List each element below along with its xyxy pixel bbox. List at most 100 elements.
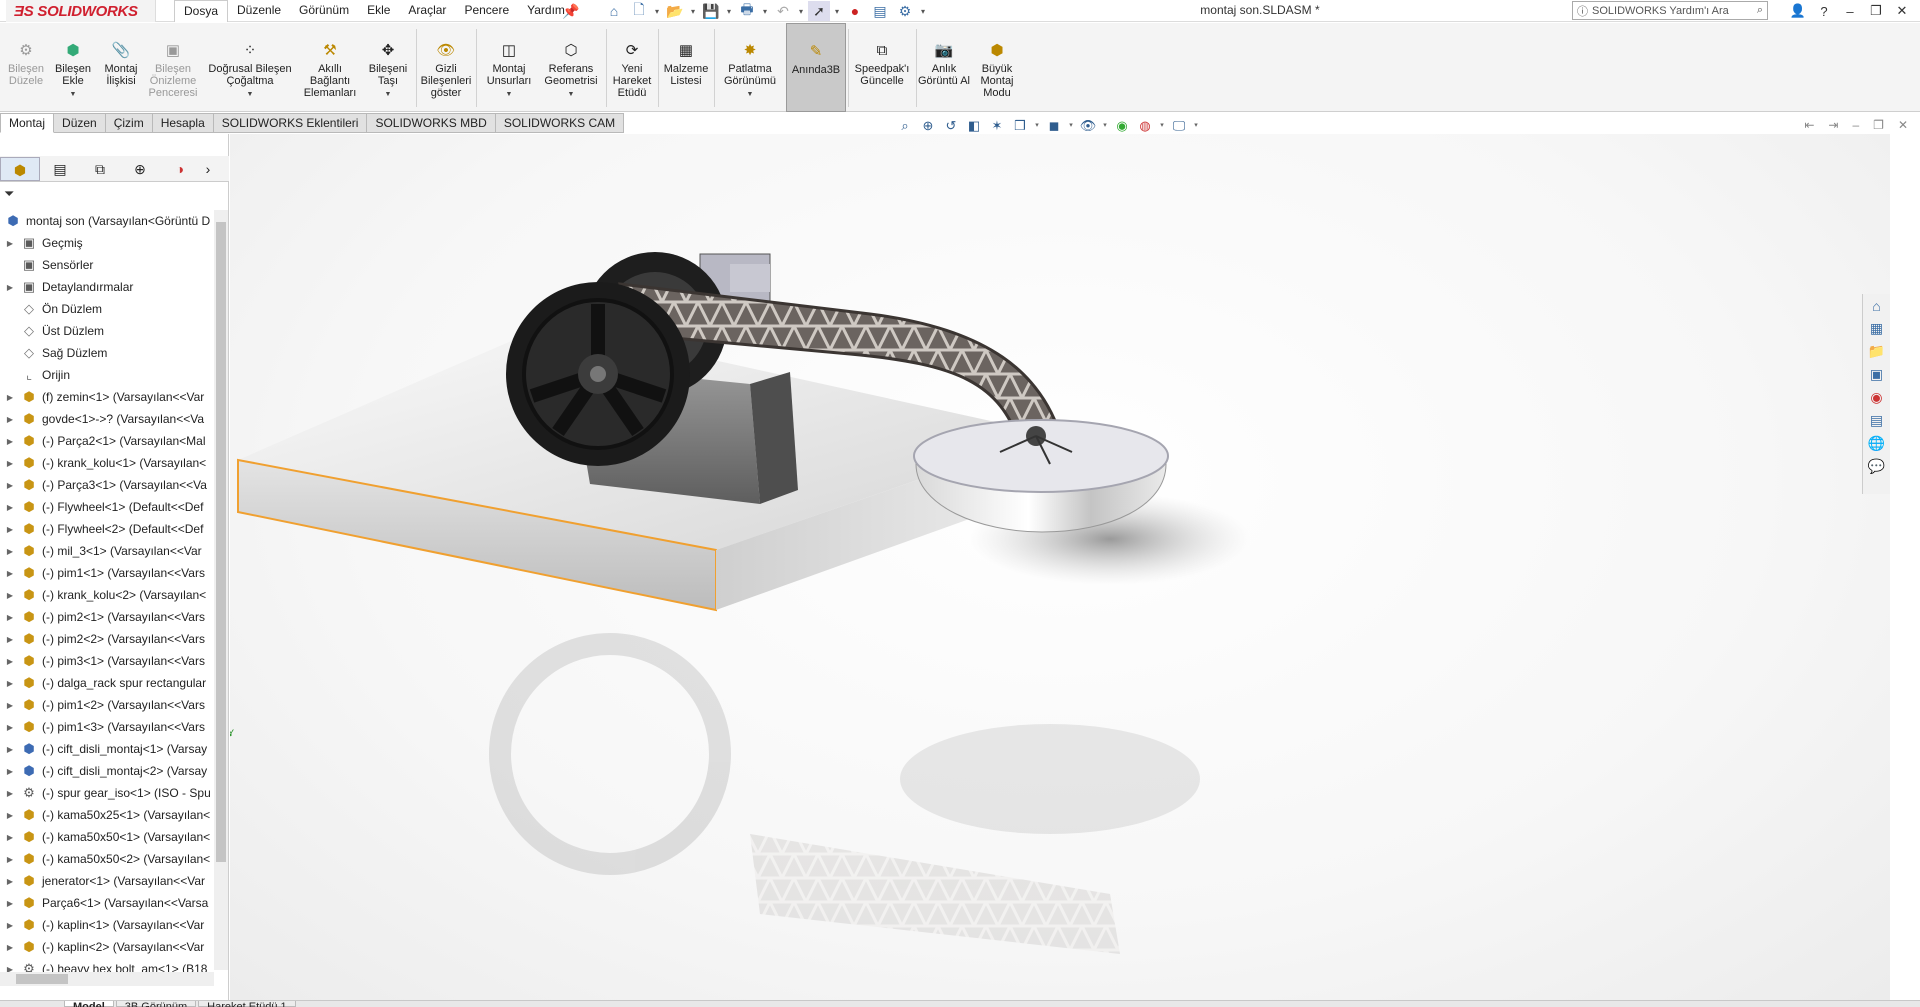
expand-arrow-icon[interactable]: ▶ xyxy=(4,591,16,600)
print-icon[interactable]: 🖶 xyxy=(736,1,758,21)
tree-item[interactable]: ▣ Sensörler xyxy=(0,254,214,276)
chevron-down-icon[interactable]: ▾ xyxy=(1159,117,1165,135)
expand-arrow-icon[interactable]: ▶ xyxy=(4,613,16,622)
tabs-scroll-right-icon[interactable]: › xyxy=(200,157,216,181)
chevron-down-icon[interactable]: ▾ xyxy=(1034,117,1040,135)
expand-arrow-icon[interactable]: ▶ xyxy=(4,789,16,798)
undo-icon[interactable]: ↶ xyxy=(772,1,794,21)
pin-icon[interactable]: 📌 xyxy=(560,1,582,21)
menu-gorunum[interactable]: Görünüm xyxy=(290,0,358,22)
options-gear-icon[interactable]: ⚙ xyxy=(894,1,916,21)
edit-appearance-icon[interactable]: ◉ xyxy=(1113,117,1131,135)
tree-item[interactable]: ▶ ⬢ (-) pim1<2> (Varsayılan<<Vars xyxy=(0,694,214,716)
chevron-down-icon[interactable]: ▾ xyxy=(653,1,661,21)
chevron-down-icon[interactable]: ▾ xyxy=(689,1,697,21)
solidworks-logo[interactable]: ƎS SOLIDWORKS xyxy=(6,0,156,22)
tree-item[interactable]: ▶ ⬢ (-) dalga_rack spur rectangular xyxy=(0,672,214,694)
expand-arrow-icon[interactable]: ▶ xyxy=(4,833,16,842)
tab-montaj[interactable]: Montaj xyxy=(0,113,55,133)
menu-duzenle[interactable]: Düzenle xyxy=(228,0,290,22)
tree-item[interactable]: ◇ Ön Düzlem xyxy=(0,298,214,320)
chevron-down-icon[interactable]: ▾ xyxy=(761,1,769,21)
tree-vertical-scrollbar[interactable] xyxy=(214,210,228,970)
previous-view-icon[interactable]: ↺ xyxy=(942,117,960,135)
cad-admin-icon[interactable]: 💬 xyxy=(1868,458,1885,475)
expand-arrow-icon[interactable]: ▶ xyxy=(4,899,16,908)
property-manager-tab-icon[interactable]: ▤ xyxy=(40,157,80,181)
tab-hesapla[interactable]: Hesapla xyxy=(152,113,214,133)
close-icon[interactable]: ✕ xyxy=(1892,3,1912,19)
chevron-down-icon[interactable]: ▾ xyxy=(725,1,733,21)
tree-item[interactable]: ▶ ⬢ (-) cift_disli_montaj<2> (Varsay xyxy=(0,760,214,782)
linear-pattern-button[interactable]: ⁘ Doğrusal Bileşen Çoğaltma ▼ xyxy=(202,23,298,112)
solidworks-resources-icon[interactable]: ⌂ xyxy=(1872,298,1880,314)
dimxpert-tab-icon[interactable]: ⊕ xyxy=(120,157,160,181)
assembly-model-render[interactable] xyxy=(230,134,1890,1000)
bill-of-materials-button[interactable]: ▦ Malzeme Listesi xyxy=(660,23,712,112)
flywheel-front[interactable] xyxy=(506,282,690,466)
expand-arrow-icon[interactable]: ▶ xyxy=(4,459,16,468)
chevron-down-icon[interactable]: ▾ xyxy=(833,1,841,21)
help-question-icon[interactable]: ? xyxy=(1814,4,1834,19)
tree-item[interactable]: ▶ ⬢ (-) cift_disli_montaj<1> (Varsay xyxy=(0,738,214,760)
hide-show-items-icon[interactable]: 👁 xyxy=(1079,117,1097,135)
help-search-box[interactable]: ⓘ SOLIDWORKS Yardım'ı Ara ⌕ xyxy=(1572,1,1768,20)
move-component-button[interactable]: ✥ Bileşeni Taşı ▼ xyxy=(362,23,414,112)
tree-item[interactable]: ▶ ⬢ (-) pim2<2> (Varsayılan<<Vars xyxy=(0,628,214,650)
new-motion-study-button[interactable]: ⟳ Yeni Hareket Etüdü xyxy=(608,23,656,112)
expand-arrow-icon[interactable]: ▶ xyxy=(4,503,16,512)
assembly-features-button[interactable]: ◫ Montaj Unsurları ▼ xyxy=(478,23,540,112)
tree-horizontal-scrollbar[interactable] xyxy=(0,972,214,986)
tab-solidworks-eklentileri[interactable]: SOLIDWORKS Eklentileri xyxy=(213,113,368,133)
tree-item[interactable]: ▶ ⬢ (-) pim3<1> (Varsayılan<<Vars xyxy=(0,650,214,672)
section-view-icon[interactable]: ◧ xyxy=(965,117,983,135)
display-style-icon[interactable]: ◼ xyxy=(1045,117,1063,135)
insert-component-button[interactable]: ⬢ Bileşen Ekle ▼ xyxy=(50,23,96,112)
tab-duzen[interactable]: Düzen xyxy=(54,113,106,133)
expand-arrow-icon[interactable]: ▶ xyxy=(4,437,16,446)
smart-fasteners-button[interactable]: ⚒ Akıllı Bağlantı Elemanları xyxy=(300,23,360,112)
open-icon[interactable]: 📂 xyxy=(664,1,686,21)
doc-close-icon[interactable]: ✕ xyxy=(1898,118,1908,132)
mate-button[interactable]: 📎 Montaj İlişkisi xyxy=(98,23,144,112)
minimize-icon[interactable]: – xyxy=(1840,4,1860,19)
tab-solidworks-mbd[interactable]: SOLIDWORKS MBD xyxy=(367,113,496,133)
take-snapshot-button[interactable]: 📷 Anlık Görüntü Al xyxy=(918,23,970,112)
view-palette-icon[interactable]: ▣ xyxy=(1870,366,1883,383)
collapse-right-icon[interactable]: ⇥ xyxy=(1828,118,1838,132)
view-settings-icon[interactable]: 🖵 xyxy=(1170,117,1188,135)
appearances-icon[interactable]: ◉ xyxy=(1870,389,1882,406)
expand-arrow-icon[interactable]: ▶ xyxy=(4,657,16,666)
expand-arrow-icon[interactable]: ▶ xyxy=(4,283,16,292)
expand-arrow-icon[interactable]: ▶ xyxy=(4,679,16,688)
expand-arrow-icon[interactable]: ▶ xyxy=(4,943,16,952)
display-manager-tab-icon[interactable]: ◑ xyxy=(160,157,200,181)
tree-item[interactable]: ▶ ⬢ (-) kama50x25<1> (Varsayılan< xyxy=(0,804,214,826)
expand-arrow-icon[interactable]: ▶ xyxy=(4,525,16,534)
tree-item[interactable]: ▶ ⬢ (-) Parça3<1> (Varsayılan<<Va xyxy=(0,474,214,496)
select-cursor-icon[interactable]: ➚ xyxy=(808,1,830,21)
chevron-down-icon[interactable]: ▼ xyxy=(247,89,254,101)
tree-item[interactable]: ▶ ⬢ (-) Parça2<1> (Varsayılan<Mal xyxy=(0,430,214,452)
chevron-down-icon[interactable]: ▼ xyxy=(385,89,392,101)
tree-item[interactable]: ▶ ⬢ (-) krank_kolu<2> (Varsayılan< xyxy=(0,584,214,606)
save-icon[interactable]: 💾 xyxy=(700,1,722,21)
menu-pencere[interactable]: Pencere xyxy=(455,0,518,22)
tree-item[interactable]: ▶ ▣ Detaylandırmalar xyxy=(0,276,214,298)
component-preview-window-button[interactable]: ▣ Bileşen Önizleme Penceresi xyxy=(146,23,200,112)
expand-arrow-icon[interactable]: ▶ xyxy=(4,855,16,864)
search-icon[interactable]: ⌕ xyxy=(1757,4,1763,17)
expand-arrow-icon[interactable]: ▶ xyxy=(4,393,16,402)
restore-icon[interactable]: ❐ xyxy=(1866,3,1886,19)
chevron-down-icon[interactable]: ▾ xyxy=(1193,117,1199,135)
menu-araclar[interactable]: Araçlar xyxy=(399,0,455,22)
view-orientation-icon[interactable]: ❒ xyxy=(1011,117,1029,135)
expand-arrow-icon[interactable]: ▶ xyxy=(4,701,16,710)
update-speedpak-button[interactable]: ⧉ Speedpak'ı Güncelle xyxy=(850,23,914,112)
chevron-down-icon[interactable]: ▾ xyxy=(1102,117,1108,135)
expand-arrow-icon[interactable]: ▶ xyxy=(4,239,16,248)
chevron-down-icon[interactable]: ▼ xyxy=(568,89,575,101)
tree-item[interactable]: ▶ ⚙ (-) spur gear_iso<1> (ISO - Spu xyxy=(0,782,214,804)
menu-ekle[interactable]: Ekle xyxy=(358,0,399,22)
zoom-to-area-icon[interactable]: ⊕ xyxy=(919,117,937,135)
